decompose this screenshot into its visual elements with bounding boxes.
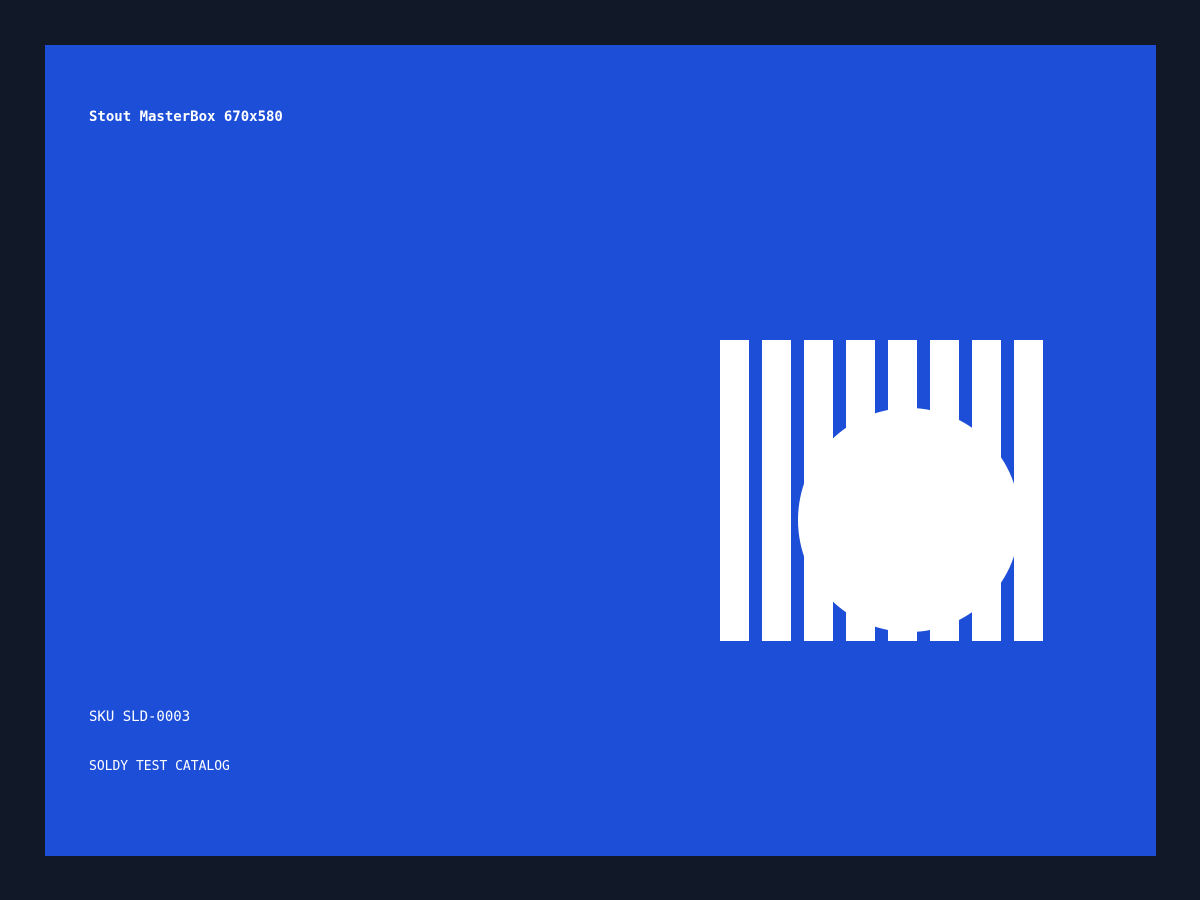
catalog-name: SOLDY TEST CATALOG: [89, 759, 230, 774]
stripe: [720, 340, 749, 641]
stripe: [762, 340, 791, 641]
product-card: Stout MasterBox 670x580 SKU SLD-0003 SOL…: [45, 45, 1156, 856]
product-title: Stout MasterBox 670x580: [89, 109, 283, 125]
product-graphic: [720, 340, 1043, 641]
product-sku: SKU SLD-0003: [89, 709, 191, 725]
stripe: [1014, 340, 1043, 641]
circle-icon: [798, 408, 1020, 632]
